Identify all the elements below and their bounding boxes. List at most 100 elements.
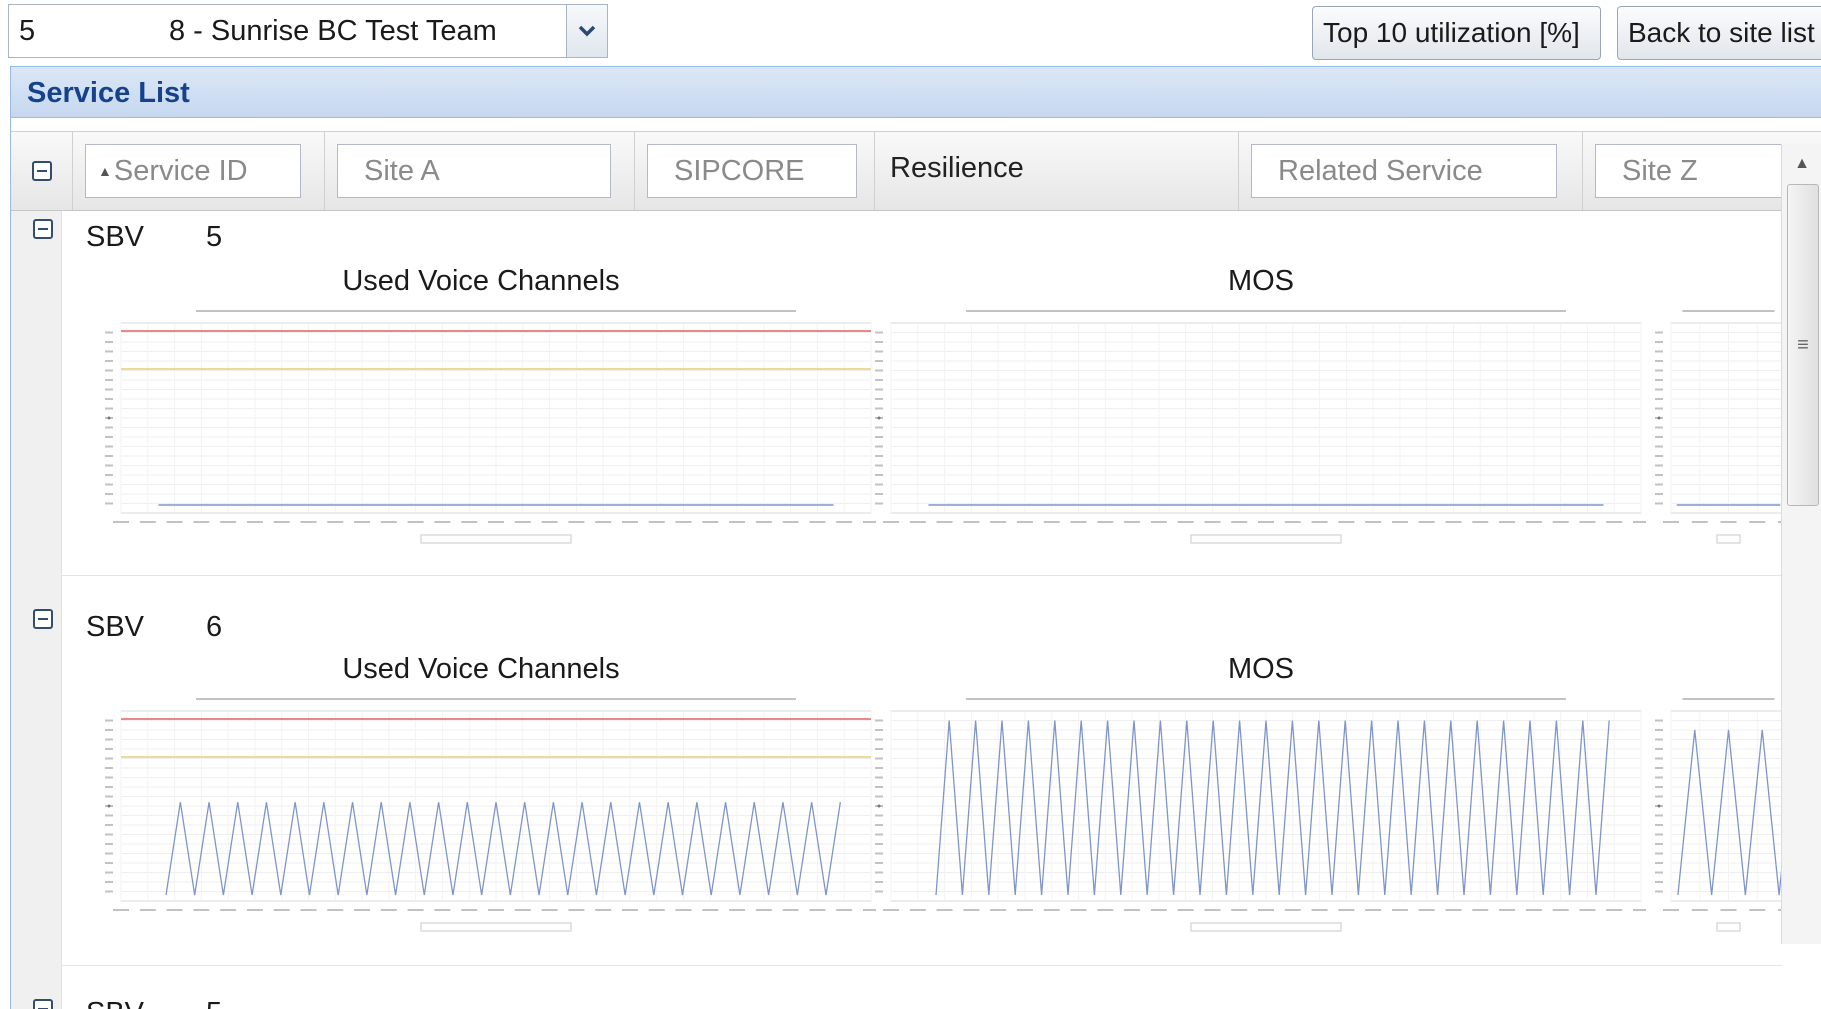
scroll-up-arrow-icon[interactable]: ▲ [1782, 144, 1821, 184]
x-tick-label [936, 521, 953, 523]
y-tick-label [105, 369, 113, 372]
y-tick-label [105, 833, 113, 836]
x-tick-label [246, 909, 263, 911]
x-tick-label [380, 521, 397, 523]
y-tick-label [105, 493, 113, 495]
x-tick-label [1231, 909, 1248, 911]
vertical-scrollbar[interactable]: ▲ ≡ [1781, 144, 1821, 944]
y-tick-label [105, 824, 113, 826]
x-tick-label [1016, 521, 1033, 523]
y-tick-label [875, 890, 883, 893]
filter-related-service[interactable]: Related Service [1251, 144, 1557, 198]
y-tick-label [105, 331, 113, 334]
back-to-site-list-button[interactable]: Back to site list [1617, 6, 1821, 60]
x-tick-label [220, 909, 237, 911]
filter-service-id[interactable]: ▲ Service ID [85, 144, 301, 198]
y-tick-label [1655, 445, 1663, 448]
axis-marker [107, 416, 111, 420]
panel-title: Service List [27, 77, 190, 109]
y-tick-label [1655, 388, 1663, 391]
y-tick-label [875, 776, 883, 779]
x-tick-label [755, 909, 772, 911]
x-tick-label [1663, 909, 1679, 911]
service-type: SBV [86, 611, 145, 643]
y-tick-label [1655, 436, 1663, 438]
x-tick-label [1284, 909, 1301, 911]
legend-box [420, 922, 572, 932]
x-tick-label [1552, 909, 1569, 911]
y-tick-label [105, 426, 113, 429]
y-tick-label [875, 786, 883, 788]
y-tick-label [875, 767, 883, 769]
legend-box [1190, 534, 1342, 544]
y-tick-label [1655, 738, 1663, 741]
x-tick-label [1365, 521, 1382, 523]
site-selector[interactable]: 5 8 - Sunrise BC Test Team [8, 4, 608, 58]
x-tick-label [621, 909, 638, 911]
scroll-thumb[interactable]: ≡ [1787, 184, 1819, 506]
chevron-down-icon[interactable] [566, 5, 607, 57]
x-tick-label [246, 521, 263, 523]
y-tick-label [105, 502, 113, 505]
x-tick-label [729, 909, 746, 911]
y-tick-label [875, 757, 883, 760]
x-tick-label [648, 909, 665, 911]
y-tick-label [875, 388, 883, 391]
x-tick-label [1016, 909, 1033, 911]
x-tick-label [541, 909, 558, 911]
y-tick-label [875, 464, 883, 467]
x-tick-label [488, 521, 504, 523]
x-tick-label [990, 521, 1007, 523]
x-tick-label [621, 521, 638, 523]
y-tick-label [875, 719, 883, 722]
y-tick-label [1655, 871, 1663, 874]
top10-utilization-button[interactable]: Top 10 utilization [%] [1312, 6, 1601, 60]
x-tick-label [354, 521, 371, 523]
axis-marker [107, 804, 111, 808]
collapse-row-icon[interactable] [33, 219, 53, 239]
collapse-row-icon[interactable] [33, 609, 53, 629]
voice-channels-chart [105, 698, 876, 932]
legend-box [1716, 534, 1741, 544]
x-tick-label [1258, 909, 1274, 911]
chart-subtitle [966, 698, 1566, 700]
x-tick-label [1391, 521, 1408, 523]
x-tick-label [963, 909, 980, 911]
y-tick-label [875, 871, 883, 874]
y-tick-label [875, 852, 883, 855]
y-tick-label [1655, 748, 1663, 750]
chart-subtitle [196, 310, 796, 312]
x-tick-label [1391, 909, 1408, 911]
y-tick-label [1655, 426, 1663, 429]
y-tick-label [1655, 852, 1663, 855]
x-tick-label [963, 521, 980, 523]
x-tick-label [514, 909, 531, 911]
y-tick-label [105, 388, 113, 391]
chart-title-voice: Used Voice Channels [342, 653, 620, 685]
filter-sipcore[interactable]: SIPCORE [647, 144, 857, 198]
x-tick-label [909, 521, 926, 523]
y-tick-label [105, 795, 113, 798]
y-tick-label [105, 738, 113, 741]
x-tick-label [166, 909, 183, 911]
rows-area: SBV 5 Used Voice Channels MOS SBV 6 Used… [11, 211, 1782, 1009]
x-tick-label [1606, 521, 1623, 523]
chart-subtitle [196, 698, 796, 700]
col-site-a: Site A [325, 132, 635, 210]
chart-subtitle [1682, 698, 1775, 700]
resilience-header[interactable]: Resilience [890, 152, 1024, 185]
chart-title-mos: MOS [1227, 653, 1295, 685]
axis-marker [877, 804, 881, 808]
y-tick-label [105, 407, 113, 410]
y-tick-label [875, 483, 883, 486]
x-tick-label [702, 909, 719, 911]
y-tick-label [1655, 824, 1663, 826]
y-tick-label [875, 493, 883, 495]
filter-site-a[interactable]: Site A [337, 144, 611, 198]
x-tick-label [1525, 521, 1542, 523]
collapse-all-icon[interactable] [32, 161, 52, 181]
x-tick-label [327, 521, 344, 523]
y-tick-label [875, 331, 883, 334]
col-sipcore: SIPCORE [635, 132, 875, 210]
x-tick-label [1606, 909, 1623, 911]
